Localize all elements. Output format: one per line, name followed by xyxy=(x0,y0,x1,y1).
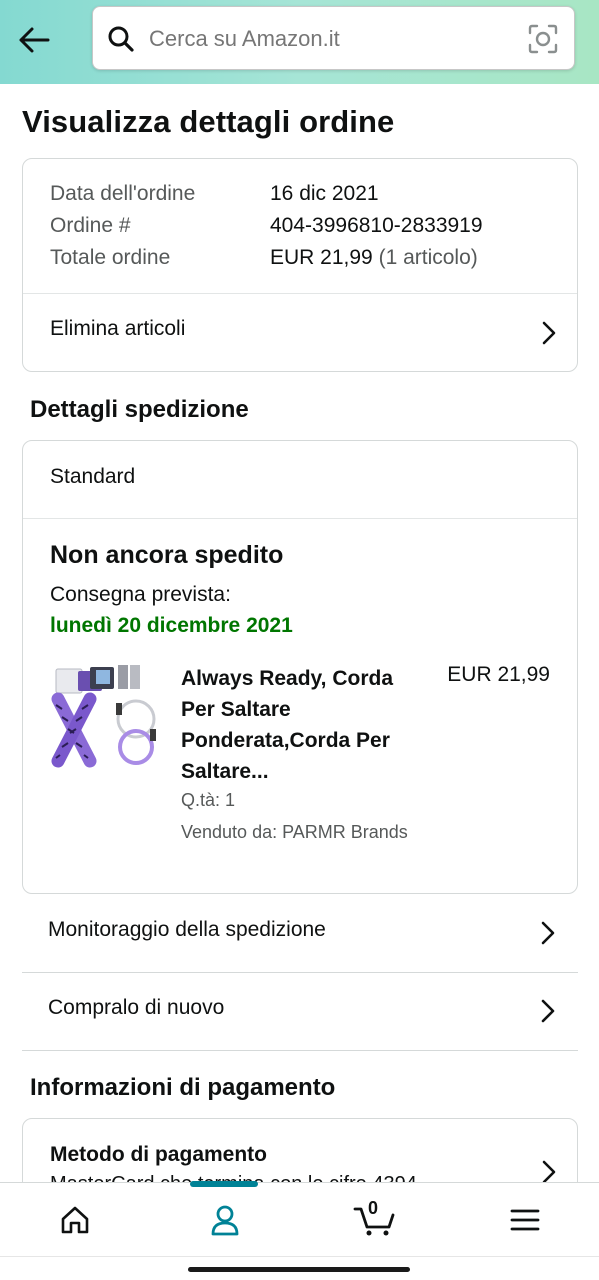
system-navigation-bar xyxy=(0,1256,599,1280)
order-total-label: Totale ordine xyxy=(50,246,171,269)
order-total-amount: EUR 21,99 xyxy=(270,246,373,269)
shipping-card: Standard Non ancora spedito Consegna pre… xyxy=(22,440,578,894)
home-indicator[interactable] xyxy=(188,1267,410,1272)
track-shipment-label: Monitoraggio della spedizione xyxy=(48,918,326,941)
payment-method-title: Metodo di pagamento xyxy=(50,1143,267,1166)
nav-account[interactable] xyxy=(150,1183,300,1257)
order-date-value: 16 dic 2021 xyxy=(270,182,379,205)
delivery-date: lunedì 20 dicembre 2021 xyxy=(50,614,293,637)
back-button[interactable] xyxy=(14,20,54,60)
buy-again-row[interactable]: Compralo di nuovo xyxy=(22,972,578,1050)
order-item-count: (1 articolo) xyxy=(378,246,478,269)
product-image[interactable] xyxy=(50,663,158,769)
nav-home[interactable] xyxy=(0,1183,150,1257)
product-price: EUR 21,99 xyxy=(447,663,550,686)
product-title[interactable]: Always Ready, Corda Per Saltare Ponderat… xyxy=(181,663,431,787)
search-input[interactable] xyxy=(149,19,509,59)
track-shipment-row[interactable]: Monitoraggio della spedizione xyxy=(22,894,578,972)
top-bar xyxy=(0,0,599,84)
back-arrow-icon xyxy=(19,27,50,53)
shipping-method: Standard xyxy=(50,465,136,488)
bottom-navigation: 0 xyxy=(0,1181,599,1257)
cart-count-badge: 0 xyxy=(368,1198,379,1218)
delete-items-label: Elimina articoli xyxy=(50,317,186,340)
product-seller: Venduto da: PARMR Brands xyxy=(181,822,408,842)
buy-again-label: Compralo di nuovo xyxy=(48,996,225,1019)
home-icon xyxy=(61,1206,89,1234)
order-date-label: Data dell'ordine xyxy=(50,182,196,205)
product-quantity: Q.tà: 1 xyxy=(181,790,236,810)
order-number-value: 404-3996810-2833919 xyxy=(270,214,483,237)
shipping-section-title: Dettagli spedizione xyxy=(30,396,249,423)
hamburger-menu-icon xyxy=(510,1209,540,1231)
divider xyxy=(22,1050,578,1051)
order-summary-card: Data dell'ordine 16 dic 2021 Ordine # 40… xyxy=(22,158,578,372)
chevron-right-icon xyxy=(541,999,555,1023)
payment-section-title: Informazioni di pagamento xyxy=(30,1074,336,1101)
order-total-value: EUR 21,99 (1 articolo) xyxy=(270,246,478,270)
delete-items-row[interactable]: Elimina articoli xyxy=(23,294,577,372)
order-number-label: Ordine # xyxy=(50,214,131,237)
nav-menu[interactable] xyxy=(450,1183,599,1257)
search-box[interactable] xyxy=(92,6,575,70)
chevron-right-icon xyxy=(541,921,555,945)
shipping-status: Non ancora spedito xyxy=(50,541,284,569)
page-title: Visualizza dettagli ordine xyxy=(22,104,395,139)
camera-search-icon[interactable] xyxy=(527,23,559,55)
delivery-label: Consegna prevista: xyxy=(50,583,231,606)
person-icon xyxy=(211,1205,239,1236)
nav-cart[interactable]: 0 xyxy=(300,1183,450,1257)
search-icon xyxy=(108,26,134,52)
divider xyxy=(23,518,577,519)
chevron-right-icon xyxy=(542,321,556,345)
